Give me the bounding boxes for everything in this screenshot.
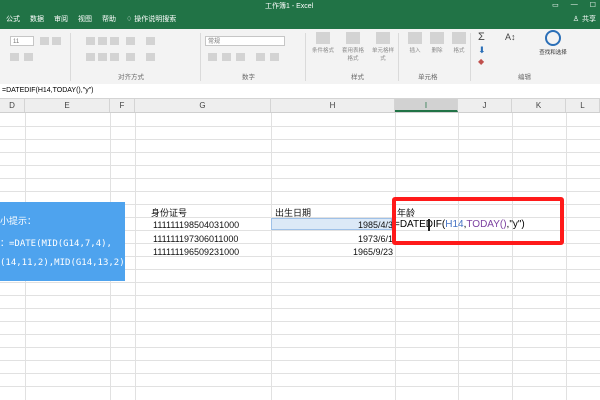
group-alignment-label: 对齐方式 [118,74,144,81]
column-header-L[interactable]: L [566,99,600,112]
header-id[interactable]: 身份证号 [151,207,187,219]
indent-icon[interactable] [126,53,135,61]
fill-color-icon[interactable] [10,53,19,61]
group-editing-label: 编辑 [518,74,531,81]
wrap-text-icon[interactable] [146,37,155,45]
column-header-H[interactable]: H [271,99,395,112]
align-right-icon[interactable] [110,53,119,61]
window-controls: ▭ — ☐ [552,1,596,9]
column-header-F[interactable]: F [110,99,135,112]
percent-icon[interactable] [222,53,231,61]
window-title: 工作簿1 - Excel [265,3,314,10]
column-header-D[interactable]: D [0,99,25,112]
currency-icon[interactable] [208,53,217,61]
group-number-label: 数字 [242,74,255,81]
tell-me-search[interactable]: ♢ 操作说明搜索 [121,13,181,27]
format-as-table-button[interactable]: 套用表格格式 [342,32,364,62]
column-header-J[interactable]: J [458,99,512,112]
cell-styles-button[interactable]: 单元格样式 [372,32,394,62]
fill-icon[interactable]: ⬇ [478,45,486,56]
align-middle-icon[interactable] [98,37,107,45]
tab-formulas[interactable]: 公式 [0,13,25,27]
tip-line-2: (14,11,2),MID(G14,13,2) [0,258,125,268]
group-cells-label: 单元格 [418,74,438,81]
align-center-icon[interactable] [98,53,107,61]
cell-birth[interactable]: 1973/6/1 [272,233,393,245]
increase-decimal-icon[interactable] [256,53,265,61]
tab-data[interactable]: 数据 [25,13,49,27]
ribbon: 11 对齐方式 常规 数字 条件格式 套用表格格式 单元格样式 样式 插入 删除… [0,29,600,85]
font-color-icon[interactable] [24,53,33,61]
grow-font-icon[interactable] [40,37,49,45]
format-icon [452,32,466,44]
number-format-combo[interactable]: 常规 [205,36,285,46]
group-styles-label: 样式 [351,74,364,81]
cell-styles-icon [376,32,390,44]
worksheet-grid[interactable]: 身份证号 出生日期 年龄 111111198504031000 1985/4/3… [0,113,600,400]
sort-filter-icon[interactable]: A↕ [505,32,516,42]
formula-bar-content[interactable]: =DATEDIF(H14,TODAY(),"y") [2,87,94,94]
merge-center-icon[interactable] [146,53,155,61]
cell-id[interactable]: 111111197306011000 [153,233,238,245]
cell-birth[interactable]: 1965/9/23 [272,246,393,258]
annotation-highlight-box [392,197,564,245]
column-header-K[interactable]: K [512,99,566,112]
column-header-E[interactable]: E [25,99,110,112]
cell-id[interactable]: 111111198504031000 [153,219,239,231]
share-button[interactable]: ♙ 共享 [573,14,596,24]
tip-box: 小提示： ：=DATE(MID(G14,7,4), (14,11,2),MID(… [0,202,125,281]
column-header-I[interactable]: I [395,99,458,112]
maximize-icon[interactable]: ☐ [590,1,596,9]
column-header: D E F G H I J K L [0,99,600,113]
format-button[interactable]: 格式 [448,32,470,54]
shrink-font-icon[interactable] [52,37,61,45]
conditional-format-button[interactable]: 条件格式 [312,32,334,54]
column-header-G[interactable]: G [135,99,271,112]
comma-style-icon[interactable] [236,53,245,61]
decrease-decimal-icon[interactable] [270,53,279,61]
delete-button[interactable]: 删除 [426,32,448,54]
tip-title: 小提示： [0,217,37,227]
person-icon: ♙ [572,16,579,23]
title-bar: 工作簿1 - Excel ▭ — ☐ 公式 数据 审阅 视图 帮助 ♢ 操作说明… [0,0,600,29]
orientation-icon[interactable] [126,37,135,45]
cell-id[interactable]: 111111196509231000 [153,246,239,258]
find-select-button[interactable]: 查找和选择 [536,30,570,56]
minimize-icon[interactable]: — [571,1,578,9]
align-top-icon[interactable] [86,37,95,45]
tab-help[interactable]: 帮助 [97,13,121,27]
header-birth[interactable]: 出生日期 [275,207,311,219]
conditional-format-icon [316,32,330,44]
align-left-icon[interactable] [86,53,95,61]
tip-line-1: ：=DATE(MID(G14,7,4), [0,239,112,249]
font-size-combo[interactable]: 11 [10,36,34,46]
insert-button[interactable]: 插入 [404,32,426,54]
lightbulb-icon: ♢ [126,16,135,23]
tab-review[interactable]: 审阅 [49,13,73,27]
insert-icon [408,32,422,44]
clear-icon[interactable]: ◆ [478,57,484,66]
search-icon [545,30,561,46]
table-icon [346,32,360,44]
ribbon-display-icon[interactable]: ▭ [552,1,559,9]
autosum-icon[interactable]: Σ [478,31,485,43]
tab-view[interactable]: 视图 [73,13,97,27]
cell-birth[interactable]: 1985/4/3 [272,219,393,231]
ribbon-tabs: 公式 数据 审阅 视图 帮助 ♢ 操作说明搜索 [0,13,181,27]
delete-icon [430,32,444,44]
align-bottom-icon[interactable] [110,37,119,45]
formula-bar[interactable]: =DATEDIF(H14,TODAY(),"y") [0,84,600,99]
